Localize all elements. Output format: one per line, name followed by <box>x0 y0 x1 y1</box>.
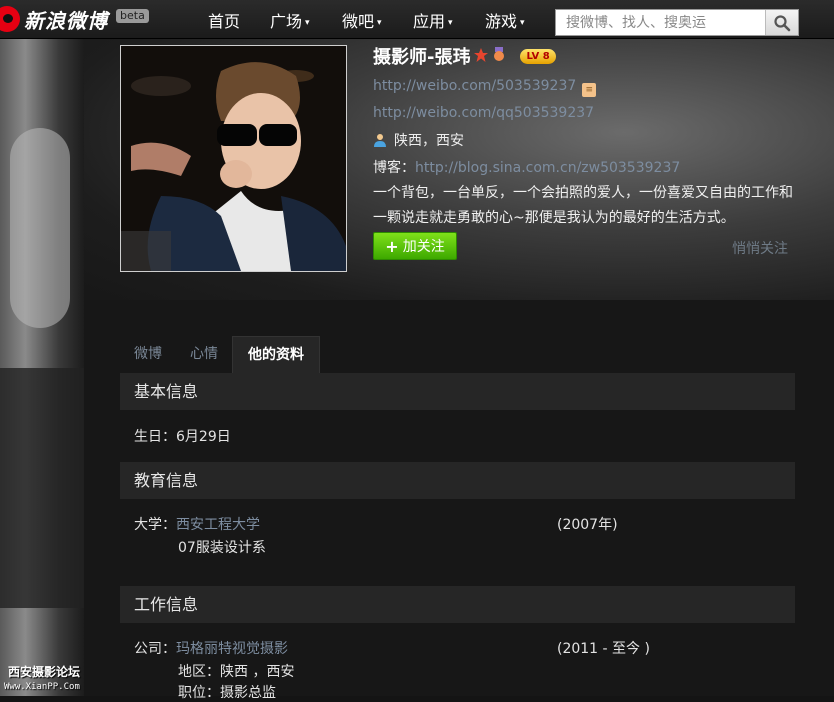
chevron-down-icon: ▾ <box>448 17 453 28</box>
company-label: 公司： <box>134 641 176 657</box>
work-period: (2011 - 至今 ) <box>557 641 650 657</box>
avatar-photo <box>121 46 346 271</box>
watermark-url: Www.XianPP.Com <box>4 682 80 692</box>
nav-weiba-label: 微吧 <box>342 12 375 31</box>
location-row: 陕西，西安 <box>373 130 464 150</box>
birthday-value: 6月29日 <box>176 429 231 445</box>
weibo-alias-row: http://weibo.com/qq503539237 <box>373 105 594 121</box>
weibo-url-link[interactable]: http://weibo.com/503539237 <box>373 78 576 94</box>
profile-name-row: 摄影师-張玮 LV 8 <box>373 44 556 68</box>
region-field: 地区：陕西 ，西安 <box>178 661 294 681</box>
nav-square[interactable]: 广场 ▾ <box>270 0 310 38</box>
blog-row: 博客：http://blog.sina.com.cn/zw503539237 <box>373 157 680 177</box>
education-info-header: 教育信息 <box>120 462 795 499</box>
nav-apps[interactable]: 应用 ▾ <box>413 0 453 38</box>
weibo-alias-link[interactable]: http://weibo.com/qq503539237 <box>373 105 594 121</box>
position-value: 摄影总监 <box>220 685 276 701</box>
blog-label: 博客： <box>373 160 415 176</box>
university-label: 大学： <box>134 517 176 533</box>
background-photo-left <box>0 38 84 696</box>
sina-weibo-logo[interactable]: 新浪微博 beta <box>0 3 149 35</box>
blog-url-link[interactable]: http://blog.sina.com.cn/zw503539237 <box>415 160 680 176</box>
university-field: 大学：西安工程大学 <box>134 514 260 534</box>
nav-home[interactable]: 首页 <box>208 0 240 38</box>
top-navigation-bar: 新浪微博 beta 首页 广场 ▾ 微吧 ▾ 应用 ▾ 游戏 ▾ <box>0 0 834 39</box>
star-badge-icon[interactable] <box>474 47 489 66</box>
plus-icon: + <box>385 236 399 256</box>
background-hand-shape <box>10 128 70 328</box>
logo-text: 新浪微博 <box>24 8 108 33</box>
beta-badge: beta <box>116 9 149 23</box>
nav-square-label: 广场 <box>270 12 303 31</box>
follow-button-label: 加关注 <box>402 239 445 255</box>
company-link[interactable]: 玛格丽特视觉摄影 <box>176 641 288 657</box>
nav-games[interactable]: 游戏 ▾ <box>485 0 525 38</box>
search-input[interactable] <box>556 10 774 35</box>
birthday-field: 生日：6月29日 <box>134 426 231 446</box>
profile-tabs: 微博 心情 他的资料 <box>120 336 320 374</box>
work-info-header: 工作信息 <box>120 586 795 623</box>
search-box <box>555 9 799 36</box>
nav-apps-label: 应用 <box>413 12 446 31</box>
profile-bio: 一个背包，一台单反，一个会拍照的爱人，一份喜爱又自由的工作和一颗说走就走勇敢的心… <box>373 185 793 226</box>
nav-games-label: 游戏 <box>485 12 518 31</box>
tab-his-profile[interactable]: 他的资料 <box>232 336 320 374</box>
profile-name: 摄影师-張玮 <box>373 47 471 68</box>
chevron-down-icon: ▾ <box>377 17 382 28</box>
copy-url-icon[interactable]: ≡ <box>582 83 597 97</box>
nav-weiba[interactable]: 微吧 ▾ <box>342 0 382 38</box>
follow-button[interactable]: + 加关注 <box>373 232 457 260</box>
basic-info-header: 基本信息 <box>120 373 795 410</box>
region-label: 地区： <box>178 664 220 680</box>
profile-avatar[interactable] <box>120 45 347 272</box>
medal-badge-icon[interactable] <box>492 46 506 66</box>
search-button[interactable] <box>765 10 798 35</box>
user-location-icon <box>374 134 386 147</box>
position-label: 职位： <box>178 685 220 701</box>
watermark-text: 西安摄影论坛 <box>8 665 81 679</box>
nav-home-label: 首页 <box>208 12 241 31</box>
tab-weibo[interactable]: 微博 <box>120 336 176 373</box>
region-value: 陕西 ，西安 <box>220 664 295 680</box>
university-link[interactable]: 西安工程大学 <box>176 517 260 533</box>
tab-mood[interactable]: 心情 <box>176 336 232 373</box>
weibo-eye-icon <box>0 6 20 32</box>
birthday-label: 生日： <box>134 429 176 445</box>
background-shadow <box>0 368 84 608</box>
search-icon <box>774 14 791 31</box>
weibo-url-row: http://weibo.com/503539237 ≡ <box>373 78 597 97</box>
quiet-follow-link[interactable]: 悄悄关注 <box>732 238 788 258</box>
location-text: 陕西，西安 <box>394 133 464 149</box>
chevron-down-icon: ▾ <box>305 17 310 28</box>
education-year: (2007年) <box>557 517 618 533</box>
company-field: 公司：玛格丽特视觉摄影 <box>134 638 288 658</box>
level-badge[interactable]: LV 8 <box>520 48 556 64</box>
chevron-down-icon: ▾ <box>520 17 525 28</box>
department-value: 07服装设计系 <box>178 540 266 556</box>
position-field: 职位：摄影总监 <box>178 682 276 702</box>
